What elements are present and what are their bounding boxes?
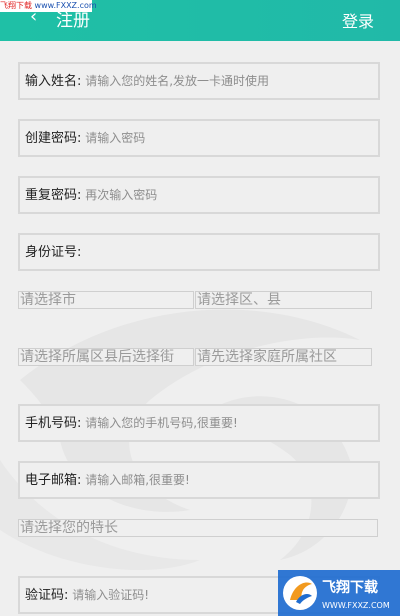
logo-brand-name: 飞翔下载: [322, 579, 378, 596]
password-field[interactable]: 创建密码: 请输入密码: [18, 119, 380, 157]
email-field[interactable]: 电子邮箱: 请输入邮箱,很重要!: [18, 461, 380, 499]
password-repeat-field[interactable]: 重复密码: 再次输入密码: [18, 176, 380, 214]
district-select[interactable]: 请选择区、县: [195, 291, 372, 309]
name-label: 输入姓名:: [25, 74, 82, 89]
watermark-text-red: 飞翔下载: [0, 1, 32, 10]
street-select[interactable]: 请选择所属区县后选择街: [18, 348, 194, 366]
verification-code-label: 验证码:: [25, 588, 69, 603]
verification-code-placeholder: 请输入验证码!: [72, 588, 150, 602]
name-placeholder: 请输入您的姓名,发放一卡通时使用: [85, 74, 270, 88]
id-card-label: 身份证号:: [25, 245, 82, 260]
phone-placeholder: 请输入您的手机号码,很重要!: [85, 416, 238, 430]
password-label: 创建密码:: [25, 131, 82, 146]
password-repeat-placeholder: 再次输入密码: [85, 188, 158, 202]
specialty-select[interactable]: 请选择您的特长: [18, 519, 378, 537]
name-field[interactable]: 输入姓名: 请输入您的姓名,发放一卡通时使用: [18, 62, 380, 100]
email-placeholder: 请输入邮箱,很重要!: [85, 473, 190, 487]
community-select[interactable]: 请先选择家庭所属社区: [195, 348, 372, 366]
phone-label: 手机号码:: [25, 416, 82, 431]
download-site-logo-watermark: 飞翔下载 WWW.FXXZ.COM: [278, 570, 400, 616]
password-placeholder: 请输入密码: [85, 131, 146, 145]
city-select[interactable]: 请选择市: [18, 291, 194, 309]
site-watermark-badge: 飞翔下载 www.FXXZ.com: [0, 0, 97, 12]
logo-brand-url: WWW.FXXZ.COM: [322, 601, 390, 610]
phone-field[interactable]: 手机号码: 请输入您的手机号码,很重要!: [18, 404, 380, 442]
id-card-field[interactable]: 身份证号:: [18, 233, 380, 271]
password-repeat-label: 重复密码:: [25, 188, 82, 203]
login-button[interactable]: 登录: [342, 8, 374, 32]
email-label: 电子邮箱:: [25, 473, 82, 488]
watermark-text-blue: www.FXXZ.com: [34, 1, 97, 10]
